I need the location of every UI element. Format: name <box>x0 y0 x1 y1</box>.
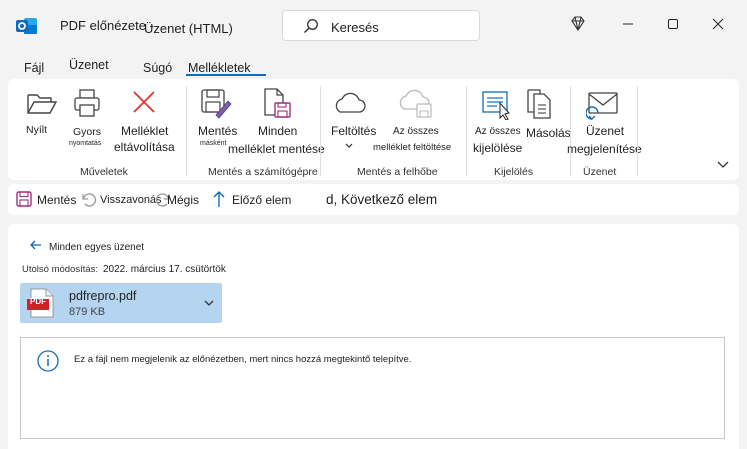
outlook-app-icon <box>16 16 37 36</box>
save-all-attachments-icon[interactable] <box>262 87 292 119</box>
copy-icon[interactable] <box>526 88 556 120</box>
search-placeholder: Keresés <box>331 20 379 35</box>
quick-print-sublabel[interactable]: nyomtatás <box>69 140 101 147</box>
cloud-upload-icon[interactable] <box>332 90 366 114</box>
window-title-part2: Üzenet (HTML) <box>144 21 233 36</box>
info-message-box <box>20 337 725 439</box>
upload-all-label-1[interactable]: Az összes <box>393 126 439 137</box>
qat-next-label[interactable]: d, Következő elem <box>326 192 437 207</box>
info-message-text: Ez a fájl nem megjelenik az előnézetben,… <box>74 354 412 365</box>
ribbon-expand-chevron-icon[interactable] <box>716 160 730 170</box>
save-icon[interactable] <box>16 191 32 207</box>
save-as-sublabel[interactable]: másként <box>200 140 226 147</box>
pdf-icon-text: PDF <box>30 297 46 306</box>
select-all-label-1[interactable]: Az összes <box>475 126 521 137</box>
upload-all-label-2[interactable]: melléklet feltöltése <box>373 142 451 153</box>
close-button[interactable] <box>708 14 732 34</box>
open-icon[interactable] <box>26 89 58 117</box>
show-message-label-1[interactable]: Üzenet <box>586 124 624 138</box>
select-all-icon[interactable] <box>481 90 513 120</box>
qat-cancel-label[interactable]: Mégis <box>167 193 199 207</box>
remove-attachment-icon[interactable] <box>131 89 157 115</box>
remove-attachment-label-2[interactable]: eltávolítása <box>114 140 175 154</box>
group-label-actions: Műveletek <box>80 166 128 178</box>
modified-value: 2022. március 17. csütörtök <box>103 264 226 275</box>
upload-label[interactable]: Feltöltés <box>331 124 376 138</box>
printer-icon[interactable] <box>72 88 102 118</box>
ribbon-separator <box>466 86 467 176</box>
back-arrow-icon[interactable] <box>30 240 42 250</box>
qat-undo-label[interactable]: Visszavonás <box>100 194 162 206</box>
tab-help[interactable]: Súgó <box>143 61 172 75</box>
show-message-icon[interactable] <box>586 91 620 123</box>
quick-print-label[interactable]: Gyors <box>73 126 101 138</box>
active-tab-indicator <box>186 74 266 76</box>
window-title-part1: PDF előnézete - <box>60 18 154 33</box>
group-label-save-to-cloud: Mentés a felhőbe <box>357 166 438 178</box>
qat-save-label[interactable]: Mentés <box>37 193 76 207</box>
tab-file[interactable]: Fájl <box>24 61 44 75</box>
remove-attachment-label-1[interactable]: Melléklet <box>121 124 168 138</box>
tab-message[interactable]: Üzenet <box>69 58 109 72</box>
group-label-save-to-pc: Mentés a számítógépre <box>208 166 318 178</box>
premium-diamond-icon[interactable] <box>568 14 592 34</box>
modified-label: Utolsó módosítás: <box>22 264 99 275</box>
undo-icon[interactable] <box>80 191 96 207</box>
chevron-down-icon[interactable] <box>345 143 353 149</box>
minimize-button[interactable] <box>618 14 642 34</box>
maximize-button[interactable] <box>663 14 687 34</box>
ribbon-separator <box>570 86 571 176</box>
save-all-label-1[interactable]: Minden <box>258 124 297 138</box>
copy-label[interactable]: Másolás <box>526 126 571 140</box>
attachment-filename: pdfrepro.pdf <box>69 289 137 303</box>
attachment-size: 879 KB <box>69 306 106 318</box>
save-all-label-2[interactable]: melléklet mentése <box>228 142 325 156</box>
tab-attachments[interactable]: Mellékletek <box>188 61 251 75</box>
open-button-label[interactable]: Nyílt <box>26 124 47 136</box>
search-icon <box>303 18 319 34</box>
search-box[interactable]: Keresés <box>282 10 480 41</box>
group-label-selection: Kijelölés <box>494 166 534 178</box>
back-to-messages-link[interactable]: Minden egyes üzenet <box>49 242 144 253</box>
show-message-label-2[interactable]: megjelenítése <box>567 142 642 156</box>
group-label-message: Üzenet <box>583 166 617 178</box>
attachment-chevron-down-icon[interactable] <box>203 299 215 307</box>
cloud-upload-all-icon[interactable] <box>398 89 434 119</box>
save-as-icon[interactable] <box>200 87 232 119</box>
ribbon-separator <box>637 86 638 176</box>
select-all-label-2[interactable]: kijelölése <box>473 141 522 155</box>
qat-prev-label[interactable]: Előző elem <box>232 193 291 207</box>
ribbon-separator <box>320 86 321 176</box>
arrow-up-icon[interactable] <box>212 190 226 208</box>
info-icon <box>37 350 59 372</box>
save-as-label[interactable]: Mentés <box>198 124 237 138</box>
ribbon-separator <box>186 86 187 176</box>
